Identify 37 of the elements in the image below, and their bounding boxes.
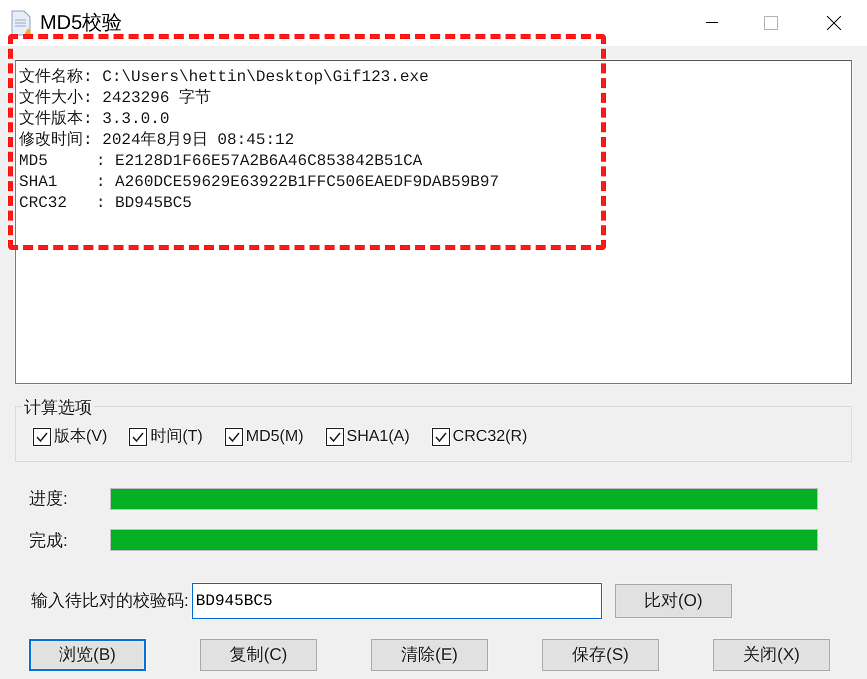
close-icon[interactable] bbox=[827, 16, 841, 30]
checksum-input[interactable]: BD945BC5 bbox=[192, 583, 602, 619]
action-button[interactable]: 保存(S) bbox=[542, 639, 659, 671]
checkbox-label[interactable]: MD5(M) bbox=[246, 425, 304, 449]
output-line: MD5 : E2128D1F66E57A2B6A46C853842B51CA bbox=[19, 151, 422, 172]
checkbox[interactable] bbox=[432, 428, 450, 446]
progress-label: 完成: bbox=[29, 530, 69, 552]
checkmark-icon bbox=[226, 430, 241, 444]
action-button[interactable]: 清除(E) bbox=[371, 639, 488, 671]
checkmark-icon bbox=[35, 430, 49, 444]
output-text-area[interactable]: 文件名称: C:\Users\hettin\Desktop\Gif123.exe 文件大小: 2423296 字节 文件版本: 3.3.0.0 修改时间: 2024年8月9日 08:45:12 MD5 : E2128D1F66E57A2B6A46C853842B51CA SHA1 : A260DCE59629E63922B1FFC506EAEDF9DAB59B97 CRC32 : BD945BC5 bbox=[15, 60, 852, 384]
output-line: 文件版本: 3.3.0.0 bbox=[19, 109, 170, 130]
minimize-icon[interactable] bbox=[706, 22, 718, 24]
output-line: CRC32 : BD945BC5 bbox=[19, 193, 192, 214]
compare-button[interactable]: 比对(O) bbox=[614, 584, 732, 618]
checkmark-icon bbox=[131, 430, 146, 444]
progress-label: 进度: bbox=[29, 488, 69, 510]
checkmark-icon bbox=[434, 430, 448, 444]
checkbox[interactable] bbox=[224, 428, 243, 446]
compare-label: 输入待比对的校验码: bbox=[31, 590, 189, 612]
checkbox-label[interactable]: 版本(V) bbox=[54, 425, 108, 449]
window-title: MD5校验 bbox=[40, 11, 122, 36]
checkmark-icon bbox=[328, 430, 342, 444]
checkbox-label[interactable]: 时间(T) bbox=[150, 425, 203, 449]
output-line: 修改时间: 2024年8月9日 08:45:12 bbox=[19, 130, 294, 151]
checkbox[interactable] bbox=[129, 428, 148, 446]
output-line: SHA1 : A260DCE59629E63922B1FFC506EAEDF9DAB59B97 bbox=[19, 172, 500, 193]
document-icon bbox=[10, 10, 32, 36]
output-line: 文件大小: 2423296 字节 bbox=[19, 88, 212, 109]
checkbox[interactable] bbox=[33, 428, 51, 446]
action-button[interactable]: 关闭(X) bbox=[713, 639, 830, 671]
checkbox[interactable] bbox=[326, 428, 344, 446]
checkbox-label[interactable]: SHA1(A) bbox=[346, 425, 410, 449]
output-line: 文件名称: C:\Users\hettin\Desktop\Gif123.exe bbox=[19, 67, 429, 88]
action-button[interactable]: 浏览(B) bbox=[29, 639, 146, 671]
checkbox-label[interactable]: CRC32(R) bbox=[452, 425, 528, 449]
action-button[interactable]: 复制(C) bbox=[200, 639, 317, 671]
